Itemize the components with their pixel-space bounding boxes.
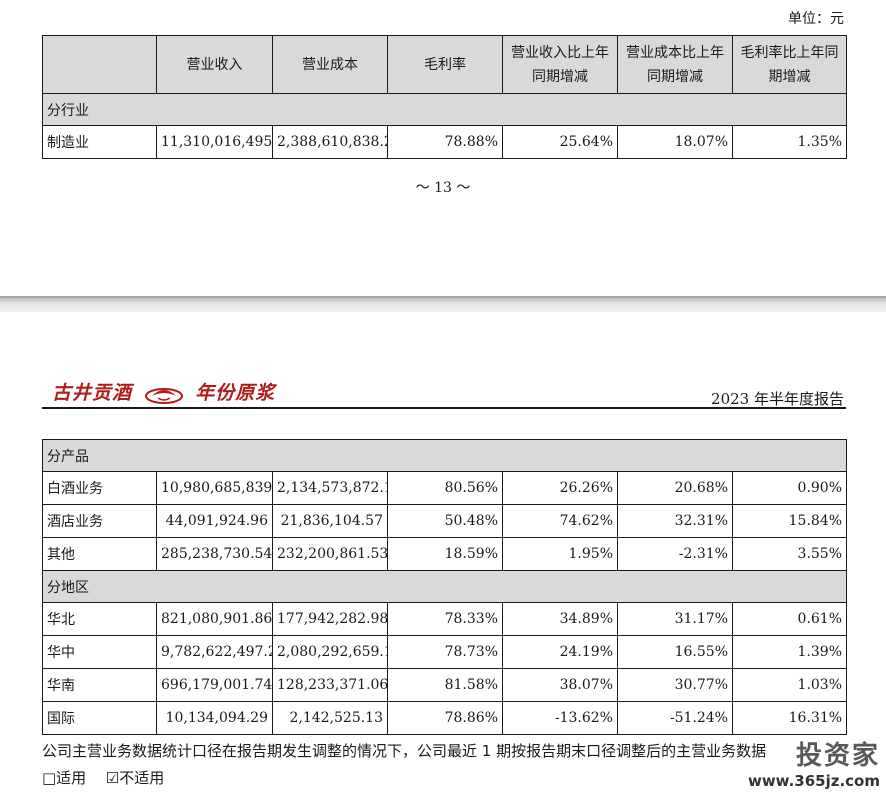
product-region-table: 分产品 白酒业务 10,980,685,839.60 2,134,573,872…: [41, 439, 848, 735]
cost-change-cell: 30.77%: [617, 668, 733, 702]
margin-cell: 81.58%: [387, 668, 503, 702]
table-row: 其他 285,238,730.54 232,200,861.53 18.59% …: [42, 537, 848, 571]
section-row: 分产品: [41, 439, 848, 472]
table-row: 白酒业务 10,980,685,839.60 2,134,573,872.18 …: [42, 471, 848, 505]
header-cell: 毛利率: [387, 35, 503, 94]
row-label: 白酒业务: [42, 471, 157, 505]
cost-change-cell: -2.31%: [617, 537, 733, 571]
row-label: 华中: [42, 635, 157, 669]
note-text: 公司主营业务数据统计口径在报告期发生调整的情况下，公司最近 1 期按报告期末口径…: [42, 742, 767, 760]
row-label: 制造业: [42, 125, 157, 159]
cost-change-cell: 16.55%: [617, 635, 733, 669]
company-logo: 古井贡酒 年份原浆: [52, 378, 275, 405]
revenue-cell: 44,091,924.96: [156, 504, 273, 538]
margin-change-cell: 1.39%: [731, 635, 848, 669]
header-cell: 营业成本: [272, 35, 388, 94]
cost-cell: 21,836,104.57: [272, 504, 388, 538]
page-gap: [0, 298, 886, 312]
unit-label: 单位：元: [788, 11, 844, 27]
revenue-change-cell: 38.07%: [502, 668, 618, 702]
table-row: 华南 696,179,001.74 128,233,371.06 81.58% …: [42, 668, 848, 702]
table-row: 制造业 11,310,016,495.10 2,388,610,838.28 7…: [42, 125, 847, 159]
section-label-product: 分产品: [41, 439, 848, 472]
logo-right-text: 年份原浆: [195, 382, 276, 404]
margin-change-cell: 16.31%: [731, 701, 848, 735]
header-rule: [42, 407, 846, 409]
revenue-change-cell: 25.64%: [502, 125, 618, 159]
watermark-text: 投资家: [795, 741, 880, 771]
header-cell: 营业成本比上年同期增减: [617, 35, 733, 94]
lotus-emblem-icon: [144, 384, 184, 404]
cost-cell: 128,233,371.06: [272, 668, 388, 702]
margin-cell: 78.33%: [387, 602, 503, 636]
section-row: 分地区: [41, 570, 848, 603]
table-row: 华北 821,080,901.86 177,942,282.98 78.33% …: [42, 602, 848, 636]
revenue-change-cell: 1.95%: [502, 537, 618, 571]
cost-change-cell: 20.68%: [617, 471, 733, 505]
header-cell: 毛利率比上年同期增减: [732, 35, 847, 94]
margin-change-cell: 3.55%: [731, 537, 848, 571]
watermark-url: www.365jz.com: [747, 772, 880, 790]
page-number: ～ 13 ～: [415, 180, 471, 196]
margin-change-cell: 0.90%: [731, 471, 848, 505]
revenue-cell: 10,980,685,839.60: [156, 471, 273, 505]
cost-cell: 2,134,573,872.18: [272, 471, 388, 505]
margin-change-cell: 0.61%: [731, 602, 848, 636]
margin-cell: 50.48%: [387, 504, 503, 538]
not-applicable-checkbox[interactable]: ☑不适用: [106, 769, 164, 787]
row-label: 酒店业务: [42, 504, 157, 538]
watermark: 投资家 www.365jz.com: [748, 735, 880, 790]
section-row: 分行业: [42, 93, 847, 126]
revenue-change-cell: -13.62%: [502, 701, 618, 735]
table-row: 华中 9,782,622,497.21 2,080,292,659.11 78.…: [42, 635, 848, 669]
cost-cell: 232,200,861.53: [272, 537, 388, 571]
revenue-change-cell: 26.26%: [502, 471, 618, 505]
margin-cell: 78.73%: [387, 635, 503, 669]
report-title: 2023 年半年度报告: [711, 390, 844, 408]
applicable-checkbox[interactable]: □适用: [42, 769, 86, 787]
cost-change-cell: 31.17%: [617, 602, 733, 636]
cost-cell: 177,942,282.98: [272, 602, 388, 636]
revenue-change-cell: 24.19%: [502, 635, 618, 669]
margin-cell: 18.59%: [387, 537, 503, 571]
cost-change-cell: -51.24%: [617, 701, 733, 735]
revenue-cell: 9,782,622,497.21: [156, 635, 273, 669]
margin-cell: 78.88%: [387, 125, 503, 159]
margin-change-cell: 1.35%: [732, 125, 847, 159]
row-label: 国际: [42, 701, 157, 735]
cost-change-cell: 18.07%: [617, 125, 733, 159]
section-label-region: 分地区: [41, 570, 848, 603]
margin-change-cell: 15.84%: [731, 504, 848, 538]
margin-change-cell: 1.03%: [731, 668, 848, 702]
applicability-options: □适用 ☑不适用: [42, 767, 164, 788]
cost-change-cell: 32.31%: [617, 504, 733, 538]
table-row: 酒店业务 44,091,924.96 21,836,104.57 50.48% …: [42, 504, 848, 538]
industry-table: 营业收入 营业成本 毛利率 营业收入比上年同期增减 营业成本比上年同期增减 毛利…: [42, 35, 847, 159]
row-label: 其他: [42, 537, 157, 571]
header-cell: 营业收入比上年同期增减: [502, 35, 618, 94]
margin-cell: 80.56%: [387, 471, 503, 505]
section-label-industry: 分行业: [42, 93, 847, 126]
margin-cell: 78.86%: [387, 701, 503, 735]
cost-cell: 2,388,610,838.28: [272, 125, 388, 159]
revenue-cell: 10,134,094.29: [156, 701, 273, 735]
table-header-row: 营业收入 营业成本 毛利率 营业收入比上年同期增减 营业成本比上年同期增减 毛利…: [42, 35, 847, 94]
header-cell: [42, 35, 157, 94]
row-label: 华北: [42, 602, 157, 636]
revenue-cell: 821,080,901.86: [156, 602, 273, 636]
revenue-cell: 285,238,730.54: [156, 537, 273, 571]
revenue-cell: 696,179,001.74: [156, 668, 273, 702]
row-label: 华南: [42, 668, 157, 702]
revenue-change-cell: 34.89%: [502, 602, 618, 636]
cost-cell: 2,080,292,659.11: [272, 635, 388, 669]
table-row: 国际 10,134,094.29 2,142,525.13 78.86% -13…: [42, 701, 848, 735]
header-cell: 营业收入: [156, 35, 273, 94]
revenue-cell: 11,310,016,495.10: [156, 125, 273, 159]
cost-cell: 2,142,525.13: [272, 701, 388, 735]
revenue-change-cell: 74.62%: [502, 504, 618, 538]
logo-left-text: 古井贡酒: [52, 382, 133, 404]
